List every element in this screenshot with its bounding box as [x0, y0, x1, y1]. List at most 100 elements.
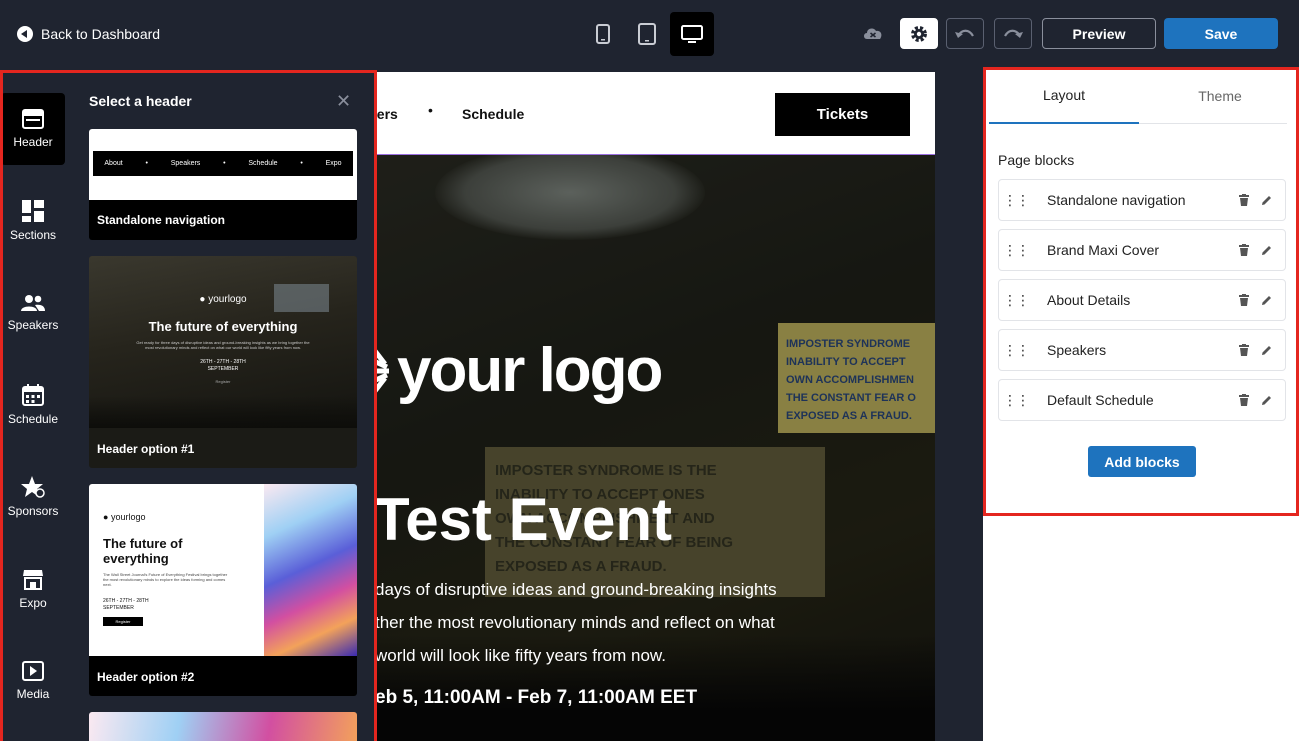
trash-icon[interactable]: [1233, 394, 1255, 406]
page-block-label: Speakers: [1047, 342, 1107, 358]
tab-theme[interactable]: Theme: [1145, 68, 1295, 124]
undo-button[interactable]: [946, 18, 984, 49]
pencil-icon[interactable]: [1255, 195, 1277, 206]
page-settings-panel: Layout Theme Page blocks ⋮⋮ Standalone n…: [983, 68, 1299, 741]
trash-icon[interactable]: [1233, 294, 1255, 306]
pencil-icon[interactable]: [1255, 345, 1277, 356]
mobile-view-button[interactable]: [581, 12, 625, 56]
tablet-view-button[interactable]: [625, 12, 669, 56]
card-heading: The future of everything: [148, 319, 298, 334]
rail-label-sections: Sections: [9, 228, 57, 242]
trash-icon[interactable]: [1233, 194, 1255, 206]
rail-label-speakers: Speakers: [7, 318, 59, 332]
sections-icon: [22, 200, 44, 222]
tablet-icon: [638, 23, 656, 45]
card-month: SEPTEMBER: [103, 605, 134, 611]
card-logo-text: yourlogo: [110, 512, 146, 522]
event-description: days of disruptive ideas and ground-brea…: [375, 573, 845, 672]
mini-nav-dot: •: [145, 160, 148, 167]
rail-item-expo[interactable]: Expo: [1, 553, 65, 625]
card-cta: Register: [215, 379, 231, 384]
add-blocks-button[interactable]: Add blocks: [1088, 446, 1196, 477]
card-logo: ● yourlogo: [103, 512, 146, 522]
card-date: 26TH - 27TH - 28TH: [200, 359, 246, 365]
card-label: Header option #1: [97, 442, 195, 456]
header-option-standalone-navigation[interactable]: About • Speakers • Schedule • Expo Stand…: [89, 129, 357, 240]
page-block-item[interactable]: ⋮⋮ About Details: [998, 279, 1286, 321]
pencil-icon[interactable]: [1255, 245, 1277, 256]
card-label: Header option #2: [97, 670, 195, 684]
sunburst-logo-icon: [375, 348, 389, 393]
nav-link-speakers[interactable]: kers: [375, 106, 398, 122]
expo-icon: [23, 570, 43, 590]
redo-button[interactable]: [994, 18, 1032, 49]
mini-nav-item: About: [104, 160, 123, 167]
card-month: SEPTEMBER: [207, 366, 239, 372]
desktop-icon: [681, 25, 703, 43]
cloud-sync-icon: [862, 23, 884, 48]
panel-tabs: Layout Theme: [989, 68, 1287, 124]
close-icon[interactable]: ✕: [336, 91, 351, 112]
pencil-icon[interactable]: [1255, 295, 1277, 306]
calendar-icon: [22, 384, 44, 406]
card-cta: Register: [103, 617, 143, 626]
header-option-2[interactable]: ● yourlogo The future of everything The …: [89, 484, 357, 696]
page-block-label: About Details: [1047, 292, 1131, 308]
nav-link-schedule[interactable]: Schedule: [462, 106, 524, 122]
rail-item-schedule[interactable]: Schedule: [1, 369, 65, 441]
trash-icon[interactable]: [1233, 244, 1255, 256]
desktop-view-button[interactable]: [670, 12, 714, 56]
card-preview: About • Speakers • Schedule • Expo: [89, 129, 357, 200]
card-heading: The future of everything: [103, 536, 183, 566]
mini-nav-dot: •: [223, 160, 226, 167]
sponsors-icon: [21, 476, 45, 498]
rail-label-expo: Expo: [19, 596, 47, 610]
page-block-item[interactable]: ⋮⋮ Default Schedule: [998, 379, 1286, 421]
card-body: Get ready for three days of disruptive i…: [136, 340, 310, 350]
back-label: Back to Dashboard: [41, 26, 161, 42]
hero-logo-text: your logo: [397, 336, 663, 405]
pencil-icon[interactable]: [1255, 395, 1277, 406]
page-block-label: Standalone navigation: [1047, 192, 1186, 208]
drag-handle-icon[interactable]: ⋮⋮: [999, 342, 1033, 359]
save-button[interactable]: Save: [1164, 18, 1278, 49]
page-block-item[interactable]: ⋮⋮ Standalone navigation: [998, 179, 1286, 221]
trash-icon[interactable]: [1233, 344, 1255, 356]
rail-label-header: Header: [13, 135, 53, 149]
rail-item-sections[interactable]: Sections: [1, 185, 65, 257]
page-block-item[interactable]: ⋮⋮ Brand Maxi Cover: [998, 229, 1286, 271]
event-description-line: world will look like fifty years from no…: [375, 646, 666, 665]
settings-button[interactable]: [900, 18, 938, 49]
drag-handle-icon[interactable]: ⋮⋮: [999, 242, 1033, 259]
header-option-3-preview[interactable]: [89, 712, 357, 741]
mobile-icon: [596, 24, 610, 44]
gear-icon: [911, 25, 927, 42]
tab-layout[interactable]: Layout: [989, 68, 1139, 124]
mini-nav-bar: About • Speakers • Schedule • Expo: [93, 151, 353, 176]
drag-handle-icon[interactable]: ⋮⋮: [999, 192, 1033, 209]
rail-item-header[interactable]: Header: [1, 93, 65, 165]
picker-title: Select a header: [89, 93, 192, 109]
card-label: Standalone navigation: [97, 213, 226, 227]
rail-label-sponsors: Sponsors: [7, 504, 59, 518]
card-date: 26TH - 27TH - 28TH: [103, 598, 149, 604]
rail-item-media[interactable]: Media: [1, 645, 65, 717]
rail-item-sponsors[interactable]: Sponsors: [1, 461, 65, 533]
redo-icon: [1004, 29, 1023, 38]
back-to-dashboard-link[interactable]: Back to Dashboard: [17, 24, 160, 44]
preview-button[interactable]: Preview: [1042, 18, 1156, 49]
page-block-item[interactable]: ⋮⋮ Speakers: [998, 329, 1286, 371]
page-blocks-title: Page blocks: [998, 152, 1075, 168]
block-category-rail: Header Sections Speakers Schedule Sponso…: [0, 68, 66, 741]
rail-item-speakers[interactable]: Speakers: [1, 277, 65, 349]
event-date: eb 5, 11:00AM - Feb 7, 11:00AM EET: [375, 687, 698, 708]
drag-handle-icon[interactable]: ⋮⋮: [999, 292, 1033, 309]
speakers-icon: [21, 295, 45, 311]
header-option-1[interactable]: ● yourlogo The future of everything Get …: [89, 256, 357, 468]
drag-handle-icon[interactable]: ⋮⋮: [999, 392, 1033, 409]
header-picker-panel: Select a header ✕ About • Speakers • Sch…: [66, 68, 375, 741]
tickets-button[interactable]: Tickets: [775, 93, 910, 136]
page-block-label: Brand Maxi Cover: [1047, 242, 1160, 258]
mini-nav-dot: •: [300, 160, 303, 167]
header-icon: [22, 109, 44, 129]
